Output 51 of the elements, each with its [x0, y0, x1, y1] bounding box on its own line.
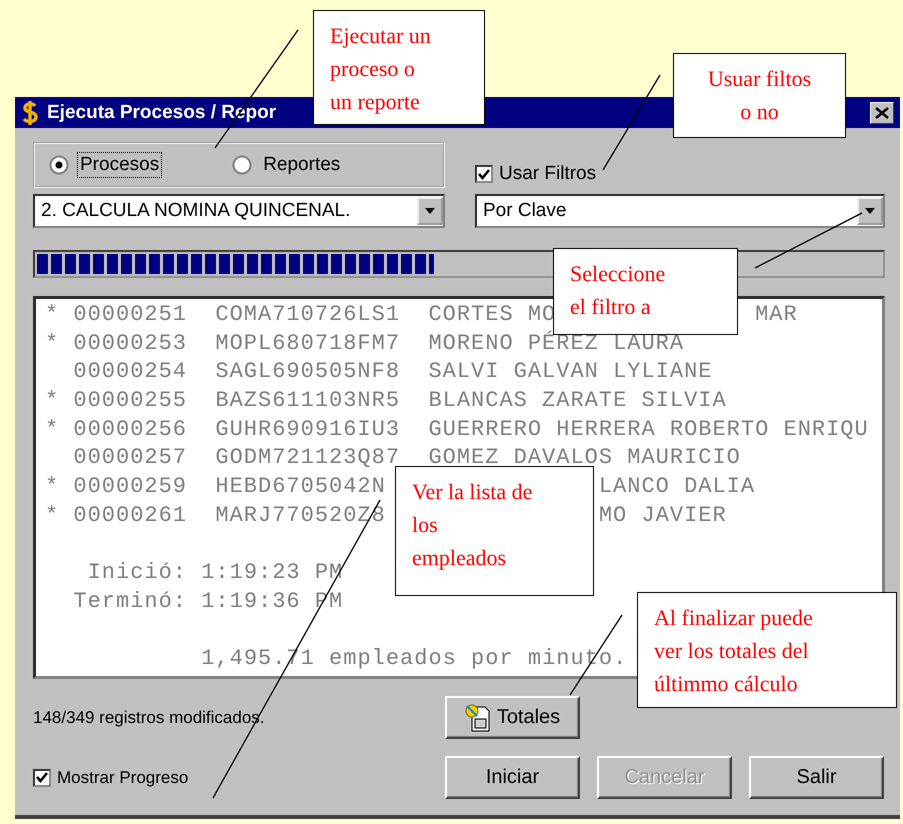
- dollar-icon: [21, 100, 39, 126]
- employee-number: 00000255: [73, 388, 188, 414]
- callout-note: Ejecutar un proceso o un reporte: [313, 10, 485, 125]
- filter-dropdown[interactable]: Por Clave: [475, 194, 885, 228]
- row-mark: *: [45, 388, 60, 414]
- employee-rfc: HEBD6705042N: [215, 474, 386, 500]
- checkbox[interactable]: [33, 768, 51, 786]
- checkbox-label: Mostrar Progreso: [57, 768, 188, 788]
- employee-number: 00000254: [73, 359, 188, 384]
- row-mark: *: [45, 474, 60, 500]
- employee-number: 00000256: [73, 416, 188, 442]
- row-mark: *: [45, 330, 60, 356]
- employee-name: MO JAVIER: [598, 502, 727, 530]
- employee-rfc: COMA710726LS1: [215, 302, 400, 327]
- row-mark: *: [45, 502, 60, 528]
- employee-rfc: SAGL690505NF8: [215, 359, 400, 384]
- employee-rfc: BAZS611103NR5: [215, 388, 400, 414]
- callout-note: Ver la lista de los empleados: [395, 466, 594, 596]
- row-mark: *: [45, 302, 60, 327]
- employee-number: 00000257: [73, 445, 188, 470]
- checkbox-label: Usar Filtros: [499, 163, 596, 185]
- row-mark: *: [45, 416, 60, 442]
- process-dropdown[interactable]: 2. CALCULA NOMINA QUINCENAL.: [33, 194, 445, 228]
- employee-number: 00000259: [73, 474, 188, 500]
- dialog-button[interactable]: Iniciar: [445, 756, 580, 799]
- callout-note: Usuar filtos o no: [673, 53, 846, 138]
- employee-name: SALVI GALVAN LYLIANE: [428, 358, 712, 386]
- dropdown-arrow-button[interactable]: [417, 197, 443, 225]
- employee-number: 00000251: [73, 302, 188, 327]
- totals-button[interactable]: Totales: [445, 696, 580, 739]
- employee-rfc: GUHR690916IU3: [215, 416, 400, 442]
- employee-name: MAR: [755, 301, 798, 329]
- employee-name: GUERRERO HERRERA ROBERTO ENRIQU: [428, 416, 869, 444]
- radio-option[interactable]: Reportes: [232, 152, 344, 178]
- window-title: Ejecuta Procesos / Repor: [47, 102, 276, 124]
- employee-name: LANCO DALIA: [598, 473, 756, 502]
- close-button[interactable]: [870, 102, 894, 124]
- caret-icon: [425, 208, 435, 214]
- caret-icon: [865, 208, 875, 214]
- employee-number: 00000261: [73, 502, 188, 528]
- dialog-button[interactable]: Salir: [749, 756, 884, 799]
- employee-rfc: MOPL680718FM7: [215, 330, 400, 356]
- close-icon: [875, 106, 889, 118]
- dropdown-arrow-button[interactable]: [857, 197, 883, 225]
- time-label: Inició:: [86, 559, 188, 588]
- time-label: Terminó:: [72, 588, 188, 616]
- employee-number: 00000253: [73, 330, 188, 356]
- employee-name: BLANCAS ZARATE SILVIA: [428, 387, 727, 416]
- callout-note: Al finalizar puede ver los totales del últimmo cálculo: [637, 592, 897, 708]
- checkbox[interactable]: [475, 165, 493, 183]
- callout-note: Seleccione el filtro a: [553, 248, 738, 335]
